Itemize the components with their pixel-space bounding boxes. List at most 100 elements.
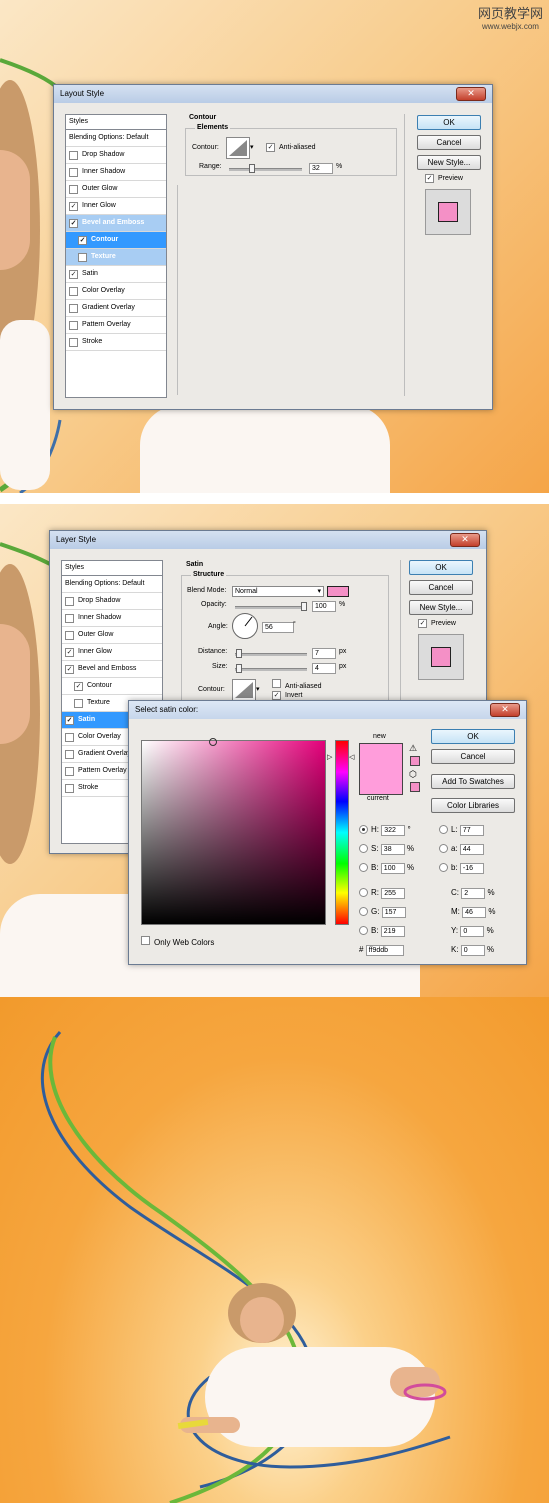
magenta-field[interactable]: 46: [462, 907, 487, 918]
lab-l-row[interactable]: L: 77: [439, 825, 484, 836]
style-row-drop-shadow[interactable]: Drop Shadow: [62, 593, 162, 610]
blue-row[interactable]: B: 219: [359, 926, 405, 937]
sat-field[interactable]: 38: [380, 844, 405, 855]
style-checkbox[interactable]: ✓: [65, 664, 74, 674]
lab-a-field[interactable]: 44: [459, 844, 484, 855]
hex-field[interactable]: ff9ddb: [365, 945, 404, 956]
style-checkbox[interactable]: [74, 698, 83, 708]
style-checkbox[interactable]: [69, 167, 78, 177]
hue-radio[interactable]: [359, 825, 368, 835]
contour-dropdown-arrow[interactable]: ▾: [250, 143, 254, 151]
style-checkbox[interactable]: [69, 184, 78, 194]
style-checkbox[interactable]: [65, 749, 74, 759]
style-row-pattern-overlay[interactable]: Pattern Overlay: [66, 317, 166, 334]
opacity-slider-thumb[interactable]: [301, 602, 307, 611]
color-field-marker[interactable]: [209, 738, 217, 746]
style-row-texture[interactable]: Texture: [66, 249, 166, 266]
satin-color-swatch[interactable]: [327, 586, 349, 597]
picker-ok-button[interactable]: OK: [431, 729, 515, 744]
style-checkbox[interactable]: ✓: [69, 269, 78, 279]
red-radio[interactable]: [359, 888, 368, 898]
hue-slider-arrow-right[interactable]: ◁: [349, 753, 354, 761]
size-slider[interactable]: [235, 668, 307, 671]
hue-field[interactable]: 322: [381, 825, 406, 836]
angle-dial[interactable]: [232, 613, 258, 639]
lab-b-row[interactable]: b: -16: [439, 863, 484, 874]
contour-picker-2[interactable]: [232, 679, 256, 701]
distance-slider-thumb[interactable]: [236, 649, 242, 658]
lab-a-radio[interactable]: [439, 844, 448, 854]
anti-aliased-checkbox[interactable]: ✓: [266, 143, 275, 152]
cancel-button[interactable]: Cancel: [417, 135, 481, 150]
style-row-outer-glow[interactable]: Outer Glow: [66, 181, 166, 198]
style-checkbox[interactable]: [69, 320, 78, 330]
hue-slider[interactable]: [335, 740, 349, 925]
style-checkbox[interactable]: ✓: [65, 715, 74, 725]
lab-b-radio[interactable]: [439, 863, 448, 873]
sat-row[interactable]: S: 38 %: [359, 844, 414, 855]
cancel-button-2[interactable]: Cancel: [409, 580, 473, 595]
style-checkbox[interactable]: [65, 613, 74, 623]
invert-checkbox[interactable]: ✓: [272, 691, 281, 700]
anti-aliased-checkbox-2[interactable]: [272, 679, 281, 688]
preview-row-2[interactable]: ✓ Preview: [418, 619, 456, 628]
red-row[interactable]: R: 255: [359, 888, 406, 899]
opacity-slider[interactable]: [235, 606, 307, 609]
style-checkbox[interactable]: ✓: [69, 201, 78, 211]
style-checkbox[interactable]: [69, 337, 78, 347]
style-checkbox[interactable]: [65, 766, 74, 776]
style-checkbox[interactable]: [69, 150, 78, 160]
blue-field[interactable]: 219: [380, 926, 405, 937]
new-style-button-2[interactable]: New Style...: [409, 600, 473, 615]
hue-row[interactable]: H: 322 °: [359, 825, 411, 836]
bri-field[interactable]: 100: [380, 863, 405, 874]
style-row-inner-glow[interactable]: ✓ Inner Glow: [62, 644, 162, 661]
style-row-drop-shadow[interactable]: Drop Shadow: [66, 147, 166, 164]
lab-a-row[interactable]: a: 44: [439, 844, 484, 855]
style-row-stroke[interactable]: Stroke: [66, 334, 166, 351]
range-slider-thumb[interactable]: [249, 164, 255, 173]
blend-mode-select[interactable]: Normal: [232, 586, 324, 597]
preview-checkbox[interactable]: ✓: [425, 174, 434, 183]
styles-header[interactable]: Styles: [66, 115, 166, 130]
picker-titlebar[interactable]: Select satin color:: [129, 701, 526, 719]
only-web-colors-row[interactable]: Only Web Colors: [141, 936, 214, 947]
green-field[interactable]: 157: [381, 907, 406, 918]
style-row-bevel-and-emboss[interactable]: ✓ Bevel and Emboss: [62, 661, 162, 678]
size-slider-thumb[interactable]: [236, 664, 242, 673]
style-row-blending-options-default[interactable]: Blending Options: Default: [66, 130, 166, 147]
size-field[interactable]: 4: [312, 663, 336, 674]
black-field[interactable]: 0: [460, 945, 485, 956]
hue-slider-arrow-left[interactable]: ▷: [327, 753, 332, 761]
hex-row[interactable]: # ff9ddb: [359, 945, 404, 956]
web-safe-icon[interactable]: ⬡: [409, 769, 417, 780]
style-row-inner-shadow[interactable]: Inner Shadow: [66, 164, 166, 181]
sat-radio[interactable]: [359, 844, 368, 854]
warning-icon[interactable]: ⚠: [409, 743, 417, 754]
style-checkbox[interactable]: [78, 252, 87, 262]
close-icon[interactable]: ✕: [450, 533, 480, 547]
style-checkbox[interactable]: [65, 783, 74, 793]
distance-slider[interactable]: [235, 653, 307, 656]
blue-radio[interactable]: [359, 926, 368, 936]
contour-dropdown-arrow-2[interactable]: ▾: [256, 685, 260, 693]
preview-row[interactable]: ✓ Preview: [425, 174, 463, 183]
dialog-titlebar[interactable]: Layout Style: [54, 85, 492, 103]
invert-row[interactable]: ✓ Invert: [272, 691, 303, 700]
style-row-bevel-and-emboss[interactable]: ✓ Bevel and Emboss: [66, 215, 166, 232]
style-checkbox[interactable]: ✓: [69, 218, 78, 228]
only-web-colors-checkbox[interactable]: [141, 936, 150, 945]
close-icon[interactable]: ✕: [456, 87, 486, 101]
style-row-contour[interactable]: ✓ Contour: [62, 678, 162, 695]
style-checkbox[interactable]: [65, 596, 74, 606]
close-icon[interactable]: ✕: [490, 703, 520, 717]
add-to-swatches-button[interactable]: Add To Swatches: [431, 774, 515, 789]
ok-button[interactable]: OK: [417, 115, 481, 130]
style-checkbox[interactable]: [69, 286, 78, 296]
distance-field[interactable]: 7: [312, 648, 336, 659]
style-checkbox[interactable]: ✓: [74, 681, 83, 691]
opacity-field[interactable]: 100: [312, 601, 336, 612]
style-row-satin[interactable]: ✓ Satin: [66, 266, 166, 283]
style-row-gradient-overlay[interactable]: Gradient Overlay: [66, 300, 166, 317]
style-row-blending-options-default[interactable]: Blending Options: Default: [62, 576, 162, 593]
